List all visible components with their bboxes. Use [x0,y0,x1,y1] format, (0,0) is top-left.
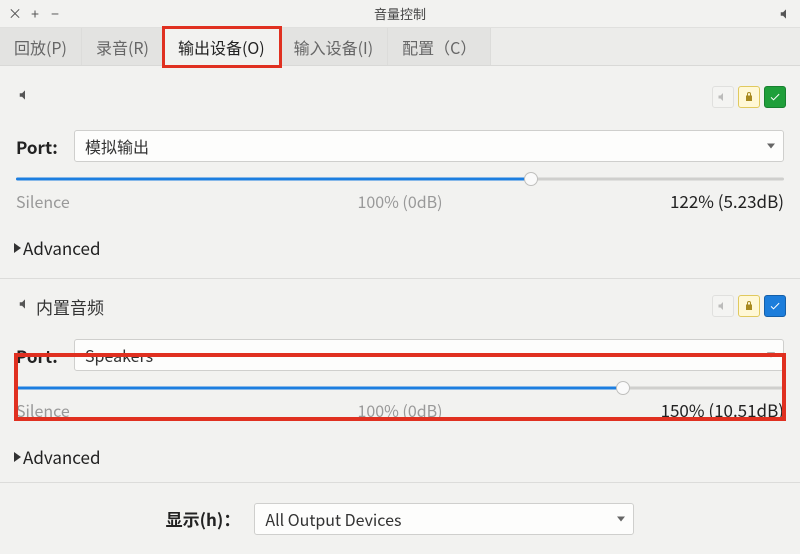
show-filter-value: All Output Devices [265,507,401,531]
expand-icon [14,452,21,462]
port-select-1[interactable]: 模拟输出 [74,130,784,162]
volume-value-2: 150% (10.51dB) [661,397,784,422]
expand-icon [14,243,21,253]
advanced-label: Advanced [23,235,101,260]
silence-label: Silence [16,398,70,422]
advanced-expander-1[interactable]: Advanced [14,235,786,260]
mute-button[interactable] [712,86,734,108]
set-default-button[interactable] [764,86,786,108]
tab-bar: 回放(P) 录音(R) 输出设备(O) 输入设备(I) 配置（C） [0,28,800,66]
device-block-1: Port: 模拟输出 Silence 100% (0dB) 122% (5.23… [14,70,786,260]
devices-panel: Port: 模拟输出 Silence 100% (0dB) 122% (5.23… [0,66,800,469]
silence-label: Silence [16,189,70,213]
center-label: 100% (0dB) [357,398,442,422]
speaker-icon [18,296,32,316]
device-header-1 [14,84,786,110]
speaker-icon [18,87,32,107]
port-label: Port: [16,343,64,368]
port-label: Port: [16,134,64,159]
volume-slider-2[interactable] [16,381,784,395]
advanced-label: Advanced [23,444,101,469]
center-label: 100% (0dB) [357,189,442,213]
slider-scale-1: Silence 100% (0dB) 122% (5.23dB) [16,188,784,213]
lock-channels-button[interactable] [738,86,760,108]
mute-button[interactable] [712,295,734,317]
footer-bar: 显示(h)： All Output Devices [0,482,800,554]
show-label: 显示(h)： [166,506,241,531]
tab-configuration[interactable]: 配置（C） [388,28,491,65]
device-block-2: 内置音频 Port: Speakers Silen [14,279,786,469]
titlebar: × + − 音量控制 [0,0,800,28]
port-value-2: Speakers [85,343,153,367]
port-row-1: Port: 模拟输出 [14,130,786,162]
advanced-expander-2[interactable]: Advanced [14,444,786,469]
show-filter-select[interactable]: All Output Devices [254,503,634,535]
set-default-button[interactable] [764,295,786,317]
slider-scale-2: Silence 100% (0dB) 150% (10.51dB) [16,397,784,422]
window-close-button[interactable]: × [6,5,24,23]
tab-input-devices[interactable]: 输入设备(I) [280,28,389,65]
port-select-2[interactable]: Speakers [74,339,784,371]
device-name-2: 内置音频 [36,294,104,319]
volume-slider-1[interactable] [16,172,784,186]
window-minimize-button[interactable]: − [46,5,64,23]
lock-channels-button[interactable] [738,295,760,317]
port-row-2: Port: Speakers [14,339,786,371]
tab-playback[interactable]: 回放(P) [0,28,82,65]
window-plus-button[interactable]: + [26,5,44,23]
volume-value-1: 122% (5.23dB) [670,188,784,213]
tab-output-devices[interactable]: 输出设备(O) [164,28,280,66]
tab-recording[interactable]: 录音(R) [82,28,164,65]
port-value-1: 模拟输出 [85,134,149,158]
app-icon [778,6,794,22]
window-title: 音量控制 [0,4,800,23]
device-header-2: 内置音频 [14,293,786,319]
